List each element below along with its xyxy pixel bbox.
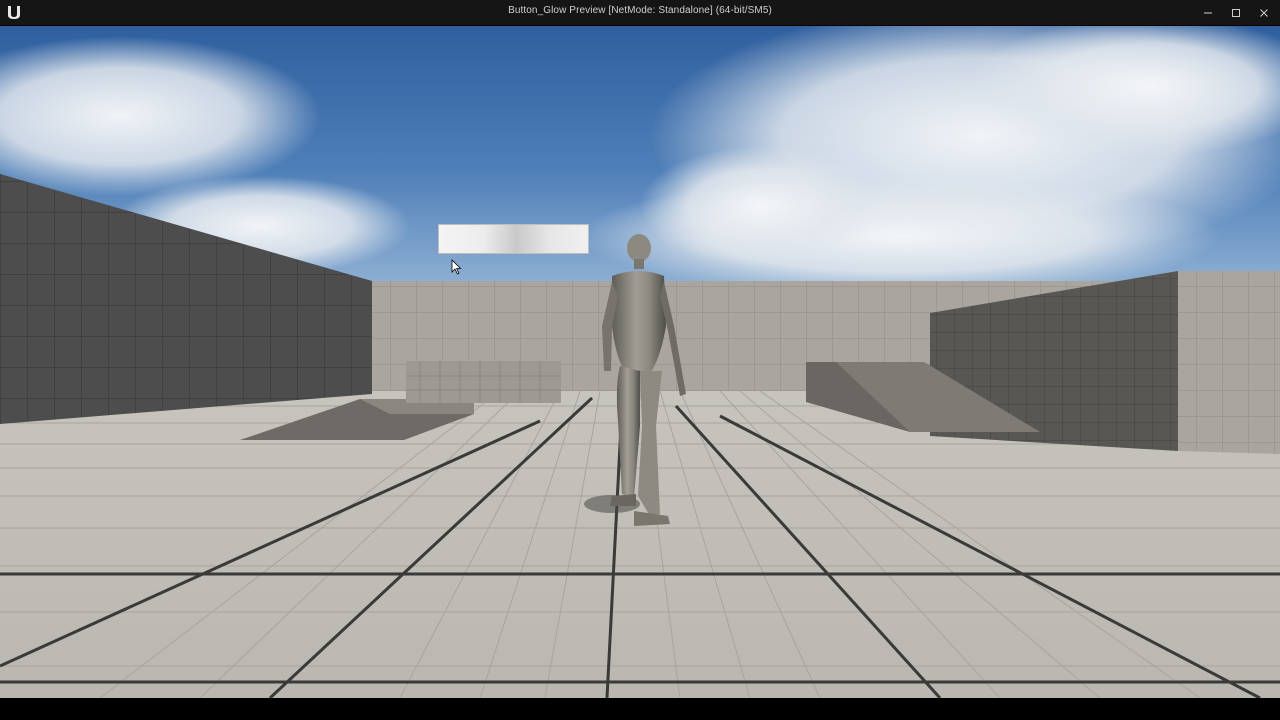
game-viewport[interactable] (0, 26, 1280, 698)
minimize-icon (1204, 12, 1212, 13)
bottom-letterbox (0, 698, 1280, 720)
close-button[interactable] (1249, 0, 1279, 25)
title-bar[interactable]: Button_Glow Preview [NetMode: Standalone… (0, 0, 1280, 26)
window-title: Button_Glow Preview [NetMode: Standalone… (508, 5, 772, 16)
game-window: Button_Glow Preview [NetMode: Standalone… (0, 0, 1280, 720)
maximize-icon (1232, 8, 1240, 17)
mouse-pointer-icon (451, 259, 462, 275)
minimize-button[interactable] (1193, 0, 1223, 25)
glow-button[interactable] (438, 224, 589, 254)
close-icon (1260, 8, 1268, 17)
maximize-button[interactable] (1221, 0, 1251, 25)
level-scene (0, 26, 1280, 698)
